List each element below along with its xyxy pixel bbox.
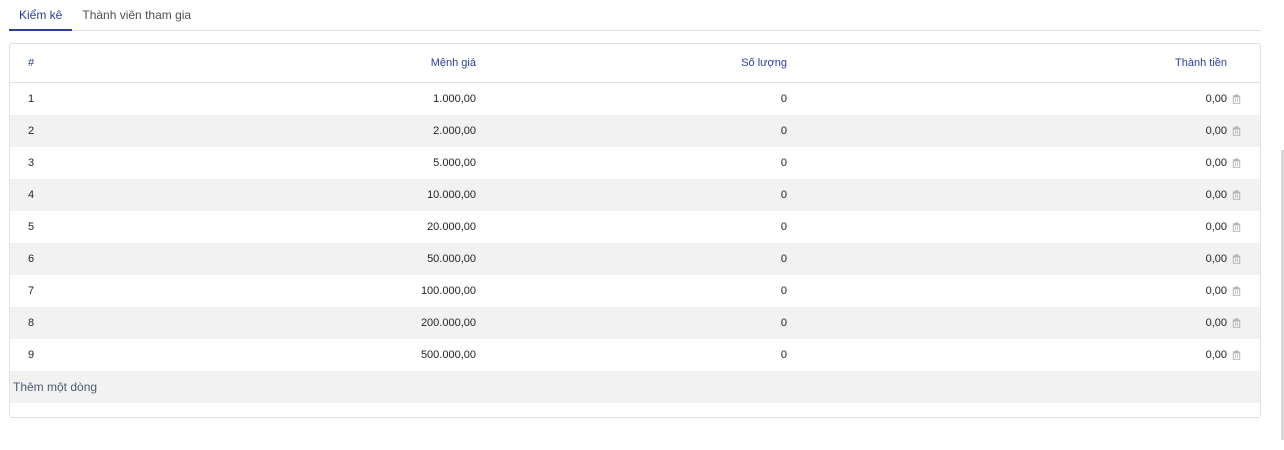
row-action — [1227, 307, 1260, 339]
column-header-quantity: Số lượng — [476, 44, 787, 83]
row-index: 5 — [28, 220, 35, 233]
row-total: 0,00 — [1205, 284, 1227, 297]
row-quantity[interactable]: 0 — [476, 115, 787, 147]
row-quantity[interactable]: 0 — [476, 243, 787, 275]
row-quantity[interactable]: 0 — [476, 179, 787, 211]
row-denomination[interactable]: 50.000,00 — [130, 243, 476, 275]
table-row: 4 10.000,00 0 0,00 — [10, 178, 1260, 211]
row-quantity[interactable]: 0 — [476, 211, 787, 243]
row-quantity[interactable]: 0 — [476, 83, 787, 115]
column-header-index: # — [10, 44, 130, 83]
row-total: 0,00 — [1205, 220, 1227, 233]
row-denomination[interactable]: 10.000,00 — [130, 179, 476, 211]
row-index: 8 — [28, 316, 35, 329]
table-row: 5 20.000,00 0 0,00 — [10, 211, 1260, 243]
row-index: 6 — [28, 252, 35, 265]
row-denomination[interactable]: 20.000,00 — [130, 211, 476, 243]
row-action — [1227, 83, 1260, 115]
tab-thanh-vien-tham-gia[interactable]: Thành viên tham gia — [72, 0, 201, 29]
table-row: 2 2.000,00 0 0,00 — [10, 114, 1260, 147]
table-body: 1 1.000,00 0 0,00 2 2.000,00 0 0,00 3 5.… — [10, 83, 1260, 403]
row-quantity[interactable]: 0 — [476, 275, 787, 307]
trash-icon[interactable] — [1232, 285, 1241, 296]
denomination-table: # Mệnh giá Số lượng Thành tiền 1 1.000,0… — [10, 44, 1260, 403]
tab-bar: Kiểm kê Thành viên tham gia — [9, 0, 1261, 31]
row-denomination[interactable]: 200.000,00 — [130, 307, 476, 339]
row-action — [1227, 339, 1260, 371]
trash-icon[interactable] — [1232, 317, 1241, 328]
row-denomination[interactable]: 1.000,00 — [130, 83, 476, 115]
row-total: 0,00 — [1205, 124, 1227, 137]
row-action — [1227, 243, 1260, 275]
table-header: # Mệnh giá Số lượng Thành tiền — [10, 44, 1260, 83]
tab-kiem-ke[interactable]: Kiểm kê — [9, 0, 73, 31]
row-quantity[interactable]: 0 — [476, 339, 787, 371]
column-header-total: Thành tiền — [787, 44, 1227, 83]
table-row: 9 500.000,00 0 0,00 — [10, 339, 1260, 371]
table-row: 1 1.000,00 0 0,00 — [10, 83, 1260, 115]
row-denomination[interactable]: 5.000,00 — [130, 147, 476, 179]
table-row: 7 100.000,00 0 0,00 — [10, 275, 1260, 307]
row-index: 7 — [28, 284, 35, 297]
trash-icon[interactable] — [1232, 157, 1241, 168]
row-total: 0,00 — [1205, 188, 1227, 201]
add-row: Thêm một dòng — [10, 370, 1260, 403]
row-quantity[interactable]: 0 — [476, 307, 787, 339]
table-row: 6 50.000,00 0 0,00 — [10, 242, 1260, 275]
trash-icon[interactable] — [1232, 94, 1241, 104]
row-total: 0,00 — [1205, 316, 1227, 329]
trash-icon[interactable] — [1232, 253, 1241, 264]
row-index: 4 — [28, 188, 35, 201]
row-action — [1227, 147, 1260, 179]
add-row-link[interactable]: Thêm một dòng — [10, 371, 1260, 403]
table-row: 3 5.000,00 0 0,00 — [10, 147, 1260, 179]
row-index: 9 — [28, 348, 35, 361]
row-denomination[interactable]: 2.000,00 — [130, 115, 476, 147]
row-total: 0,00 — [1205, 252, 1227, 265]
trash-icon[interactable] — [1232, 125, 1241, 136]
row-denomination[interactable]: 500.000,00 — [130, 339, 476, 371]
trash-icon[interactable] — [1232, 189, 1241, 200]
row-total: 0,00 — [1205, 348, 1227, 361]
row-index: 1 — [28, 92, 35, 105]
column-header-action — [1227, 44, 1260, 83]
row-total: 0,00 — [1205, 156, 1227, 169]
row-total: 0,00 — [1205, 92, 1227, 105]
table-row: 8 200.000,00 0 0,00 — [10, 306, 1260, 339]
trash-icon[interactable] — [1232, 349, 1241, 360]
column-header-denomination: Mệnh giá — [130, 44, 476, 83]
row-action — [1227, 275, 1260, 307]
page: Kiểm kê Thành viên tham gia # Mệnh giá S… — [0, 0, 1284, 450]
row-action — [1227, 115, 1260, 147]
row-index: 3 — [28, 156, 35, 169]
denomination-table-container: # Mệnh giá Số lượng Thành tiền 1 1.000,0… — [9, 43, 1261, 418]
row-action — [1227, 179, 1260, 211]
row-denomination[interactable]: 100.000,00 — [130, 275, 476, 307]
row-action — [1227, 211, 1260, 243]
row-quantity[interactable]: 0 — [476, 147, 787, 179]
trash-icon[interactable] — [1232, 221, 1241, 232]
row-index: 2 — [28, 124, 35, 137]
